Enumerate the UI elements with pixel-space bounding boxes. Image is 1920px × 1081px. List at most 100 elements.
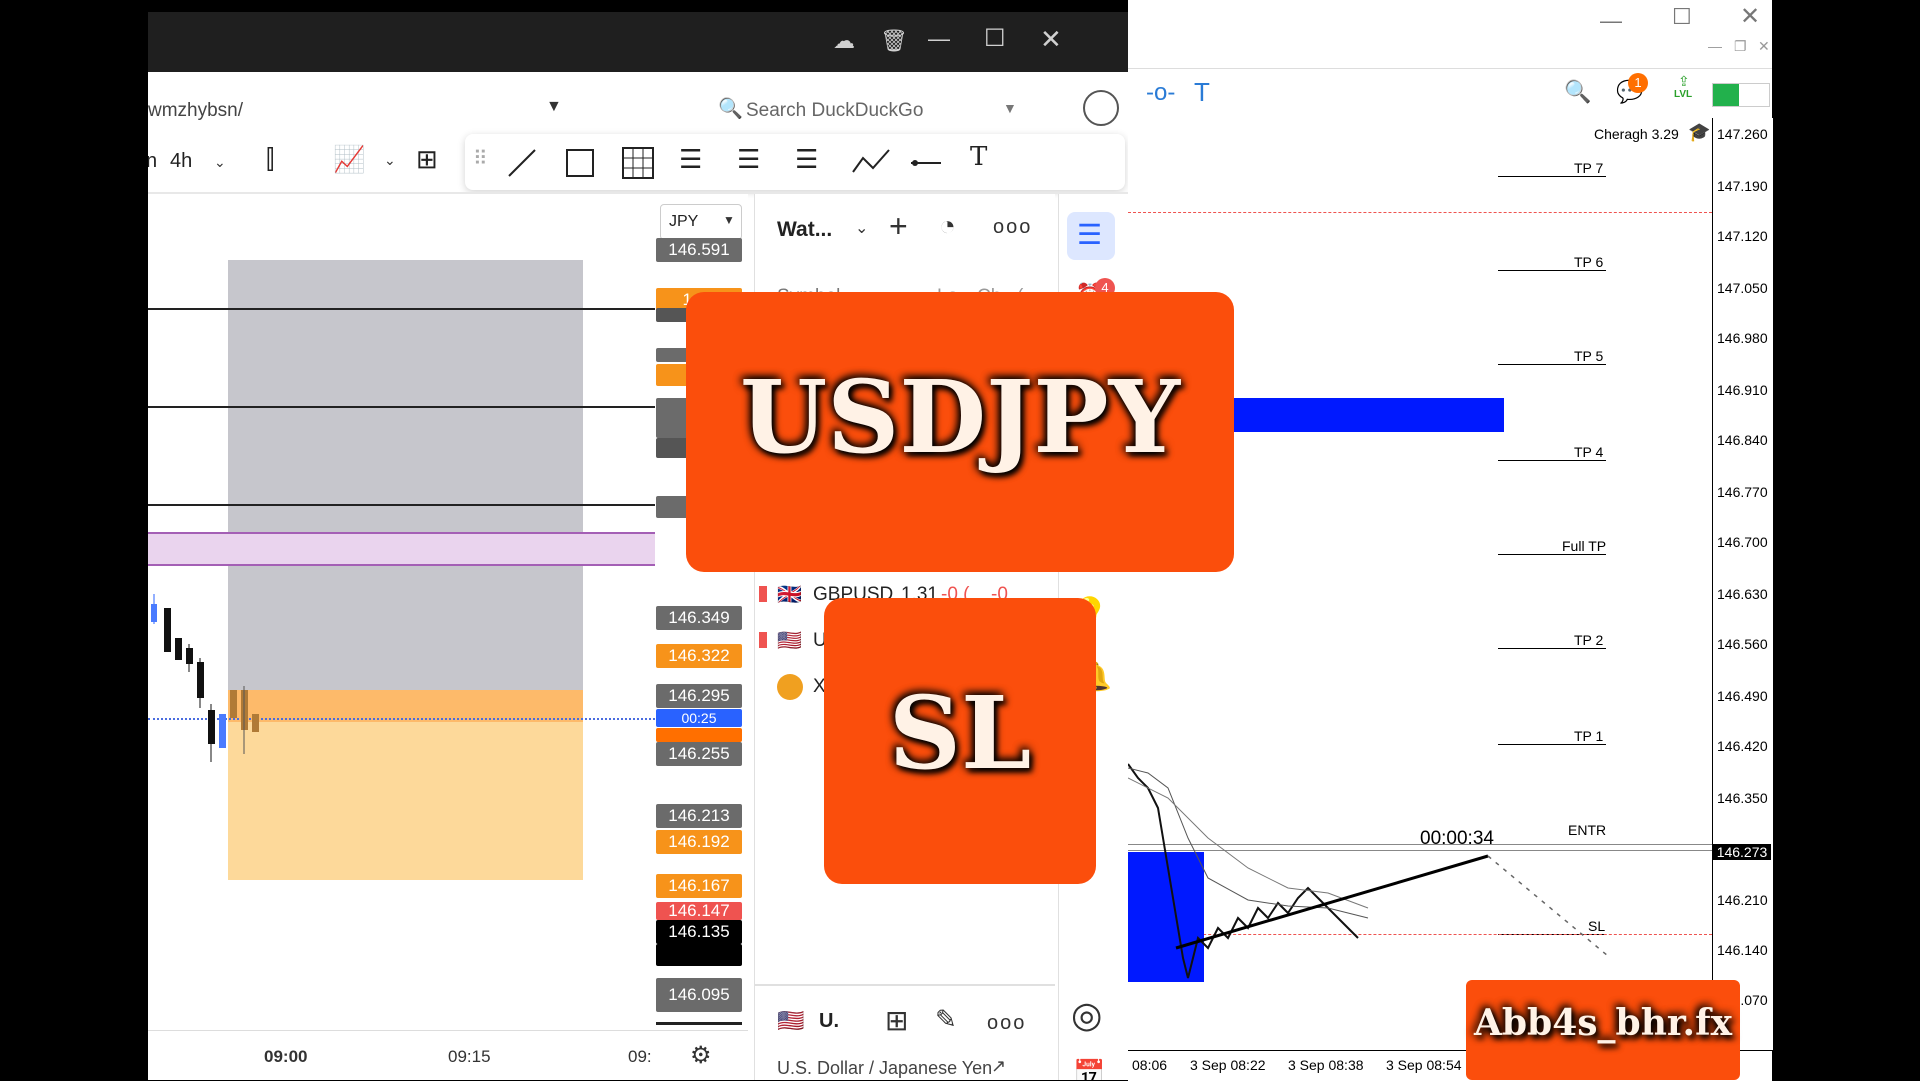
chevron-down-icon[interactable]: ⌄ <box>214 154 226 171</box>
axis-price: 146.770 <box>1717 484 1768 500</box>
cloud-icon[interactable]: ☁ <box>833 28 855 54</box>
calendar-icon[interactable]: 📅 <box>1073 1058 1105 1080</box>
search-box[interactable]: 🔍 Search DuckDuckGo ▼ <box>708 88 1028 128</box>
search-input[interactable]: Search DuckDuckGo <box>746 100 923 122</box>
inner-close-icon[interactable]: ✕ <box>1758 38 1770 55</box>
tp-line[interactable] <box>1498 460 1606 461</box>
terminal-price-axis[interactable]: 147.260 147.190 147.120 147.050 146.980 … <box>1712 118 1773 1050</box>
level-line[interactable] <box>148 406 655 408</box>
pie-chart-icon[interactable]: ◔ <box>939 210 956 242</box>
tp-line[interactable] <box>1498 176 1606 177</box>
watchlist-toggle[interactable]: ☰ <box>1067 212 1115 260</box>
price-label: 146.167 <box>656 874 742 898</box>
close-icon[interactable]: ✕ <box>1740 2 1760 31</box>
external-link-icon[interactable]: ↗ <box>991 1056 1006 1077</box>
minimize-icon[interactable]: — <box>928 26 950 52</box>
price-label: 146.295 <box>656 684 742 708</box>
account-label: Cheragh 3.29 <box>1594 126 1679 142</box>
axis-price: 147.260 <box>1717 126 1768 142</box>
fib-extension-icon[interactable]: ☰ <box>737 144 760 175</box>
axis-price: 146.420 <box>1717 738 1768 754</box>
list-icon: ☰ <box>1077 219 1103 250</box>
parallel-channel-icon[interactable]: ☰ <box>795 144 818 175</box>
maximize-icon[interactable]: ☐ <box>1672 4 1692 30</box>
grid-icon[interactable]: ⊞ <box>885 1004 908 1037</box>
chevron-down-icon[interactable]: ▼ <box>1003 100 1017 116</box>
trendline-icon[interactable] <box>505 146 539 180</box>
axis-price: 146.910 <box>1717 382 1768 398</box>
axis-price: 146.560 <box>1717 636 1768 652</box>
terminal-price-series[interactable] <box>1128 638 1712 998</box>
layout-icon[interactable]: ⊞ <box>416 144 438 175</box>
profit-zone[interactable] <box>228 260 583 690</box>
search-icon: 🔍 <box>718 98 743 120</box>
chevron-down-icon: ▼ <box>723 213 735 227</box>
inner-minimize-icon[interactable]: — <box>1708 38 1722 54</box>
price-label: 146.591 <box>656 238 742 262</box>
divider <box>755 984 1055 986</box>
price-label: 146.095 <box>656 978 742 1012</box>
axis-marker <box>656 1022 742 1025</box>
candles-icon[interactable]: ⫿ <box>266 144 274 176</box>
interval-button[interactable]: 4h <box>170 150 192 173</box>
time-label: 3 Sep 08:54 <box>1386 1057 1462 1073</box>
chevron-down-icon[interactable]: ⌄ <box>855 218 868 238</box>
horizontal-ray-icon[interactable] <box>909 146 943 180</box>
candles[interactable] <box>148 594 268 794</box>
time-axis[interactable]: 09:00 09:15 09: ⚙ <box>148 1030 748 1080</box>
chevron-down-icon[interactable]: ▼ <box>546 98 562 116</box>
time-label: 09: <box>628 1047 652 1066</box>
terminal-chart[interactable]: Cheragh 3.29 🎓 TP 7 TP 6 TP 5 TP 4 Full … <box>1128 118 1712 1050</box>
minimize-icon[interactable]: — <box>1600 8 1622 34</box>
indicators-icon[interactable]: 📈 <box>333 144 365 175</box>
search-icon[interactable]: 🔍 <box>1564 79 1591 105</box>
price-label: 146.213 <box>656 804 742 828</box>
close-icon[interactable]: ✕ <box>1040 24 1062 55</box>
more-icon[interactable]: ooo <box>993 216 1032 239</box>
edit-icon[interactable]: ✎ <box>935 1004 957 1035</box>
rectangle-icon[interactable] <box>563 146 597 180</box>
level-line[interactable] <box>148 308 655 310</box>
text-tool-icon[interactable]: T <box>1194 77 1210 108</box>
detail-symbol[interactable]: U. <box>819 1010 839 1033</box>
tp-line[interactable] <box>1498 554 1606 555</box>
blue-zone-bar[interactable] <box>1218 398 1504 432</box>
url-text[interactable]: wmzhybsn/ <box>148 100 243 122</box>
symbol-banner: USDJPY <box>686 292 1234 572</box>
level-line[interactable] <box>148 504 655 506</box>
target-icon[interactable]: ◎ <box>1071 994 1102 1036</box>
countdown-label: 00:25 <box>656 709 742 727</box>
price-label: 146.147 <box>656 902 742 920</box>
browser-titlebar: ☁ 🗑 — ☐ ✕ <box>148 12 1128 72</box>
trash-icon[interactable]: 🗑 <box>880 28 908 54</box>
tp-label: TP 7 <box>1574 160 1604 176</box>
interval-partial[interactable]: n <box>148 150 157 173</box>
price-label: 146.135 <box>656 920 742 944</box>
time-label: 09:00 <box>264 1047 308 1066</box>
graduation-cap-icon[interactable]: 🎓 <box>1688 122 1710 143</box>
axis-price: 147.120 <box>1717 228 1768 244</box>
detail-description: U.S. Dollar / Japanese Yen <box>777 1058 993 1078</box>
fib-retracement-icon[interactable]: ☰ <box>679 144 702 175</box>
tp-line[interactable] <box>1498 270 1606 271</box>
tp-label: TP 5 <box>1574 348 1604 364</box>
chevron-down-icon[interactable]: ⌄ <box>384 152 396 169</box>
text-tool-icon[interactable]: T <box>970 142 987 172</box>
inner-restore-icon[interactable]: ❐ <box>1734 38 1747 55</box>
zone-band[interactable] <box>148 532 655 566</box>
more-icon[interactable]: ooo <box>987 1012 1026 1035</box>
currency-select[interactable]: JPY ▼ <box>660 204 742 240</box>
add-symbol-icon[interactable]: + <box>889 208 908 245</box>
settings-gear-icon[interactable]: ⚙ <box>690 1041 712 1070</box>
profile-icon[interactable] <box>1083 90 1119 126</box>
pattern-icon[interactable] <box>851 146 891 180</box>
maximize-icon[interactable]: ☐ <box>984 24 1006 53</box>
tp-line[interactable] <box>1498 364 1606 365</box>
grid-icon[interactable] <box>621 146 655 180</box>
watchlist-title[interactable]: Wat... <box>777 218 832 242</box>
axis-price: 147.050 <box>1717 280 1768 296</box>
drag-handle-icon[interactable]: ⠿ <box>473 146 488 171</box>
us-flag-icon: 🇺🇸 <box>777 630 802 652</box>
axis-price: 146.210 <box>1717 892 1768 908</box>
horizontal-line-tool-icon[interactable]: -o- <box>1146 79 1175 107</box>
